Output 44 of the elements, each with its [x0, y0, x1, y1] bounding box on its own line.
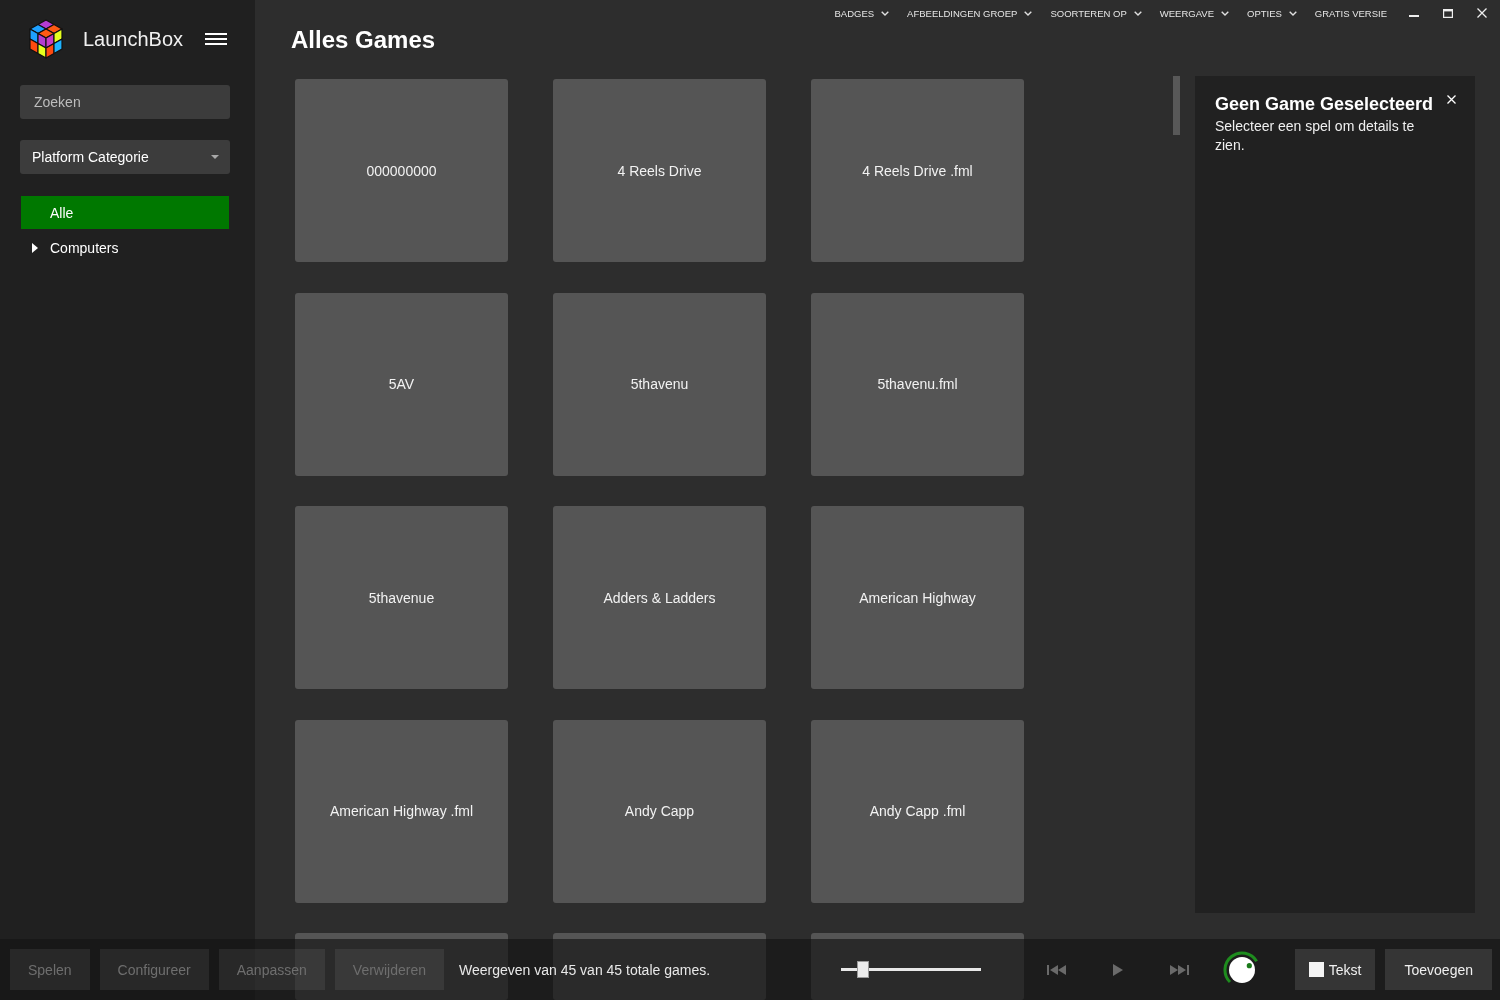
maximize-icon[interactable]	[1443, 8, 1453, 18]
app-name: LaunchBox	[83, 27, 184, 51]
close-icon[interactable]	[1477, 8, 1487, 18]
page-title: Alles Games	[291, 26, 436, 54]
menu-item[interactable]: GRATIS VERSIE	[1314, 7, 1387, 19]
menu-icon[interactable]	[205, 33, 227, 45]
caret-icon	[211, 155, 219, 159]
status-text: Weergeven van 45 van 45 totale games.	[458, 961, 711, 978]
menu-item[interactable]: AFBEELDINGEN GROEP	[907, 7, 1033, 19]
tree-item[interactable]: Computers	[21, 231, 229, 264]
category-dropdown[interactable]: Platform Categorie	[20, 140, 230, 174]
game-tile[interactable]: Andy Capp	[553, 719, 766, 903]
game-tile[interactable]: 000000000	[295, 79, 508, 262]
game-tile[interactable]: Adders & Ladders	[553, 506, 766, 689]
search-field[interactable]: Zoeken	[20, 85, 230, 119]
game-tile[interactable]: 5thavenue	[295, 506, 508, 689]
menu-item[interactable]: SOORTEREN OP	[1050, 7, 1142, 19]
menu-item[interactable]: BADGES	[834, 7, 890, 19]
game-tile[interactable]: 4 Reels Drive .fml	[811, 79, 1024, 262]
chevron-down-icon	[881, 10, 890, 16]
chevron-down-icon	[1024, 10, 1033, 16]
cube-logo-icon	[28, 19, 64, 59]
game-tile[interactable]: 4 Reels Drive	[553, 79, 766, 262]
panel-title: Geen Game Geselecteerd	[1215, 93, 1434, 116]
caret-icon[interactable]	[32, 242, 38, 253]
tree-item[interactable]: Alle	[21, 196, 229, 229]
add-button[interactable]: Toevoegen	[1385, 949, 1492, 990]
chevron-down-icon	[1133, 10, 1142, 16]
minimize-icon[interactable]	[1409, 14, 1419, 17]
scrollbar-thumb[interactable]	[1173, 76, 1180, 135]
game-tile[interactable]: American Highway	[811, 506, 1024, 689]
text-toggle-button[interactable]: Tekst	[1294, 949, 1376, 990]
game-tile[interactable]: 5thavenu	[553, 292, 766, 476]
chevron-down-icon	[1288, 10, 1297, 16]
slider-thumb[interactable]	[857, 961, 870, 978]
menu-item[interactable]: OPTIES	[1247, 7, 1297, 19]
game-tile[interactable]: 5AV	[295, 292, 508, 476]
game-tile[interactable]: 5thavenu.fml	[811, 292, 1024, 476]
panel-message: Selecteer een spel om details te zien.	[1215, 117, 1416, 155]
chevron-down-icon	[1221, 10, 1229, 16]
menu-item[interactable]: WEERGAVE	[1159, 7, 1229, 19]
game-tile[interactable]: American Highway .fml	[295, 719, 508, 903]
checkbox[interactable]	[1308, 962, 1324, 977]
game-tile[interactable]: Andy Capp .fml	[811, 719, 1024, 903]
